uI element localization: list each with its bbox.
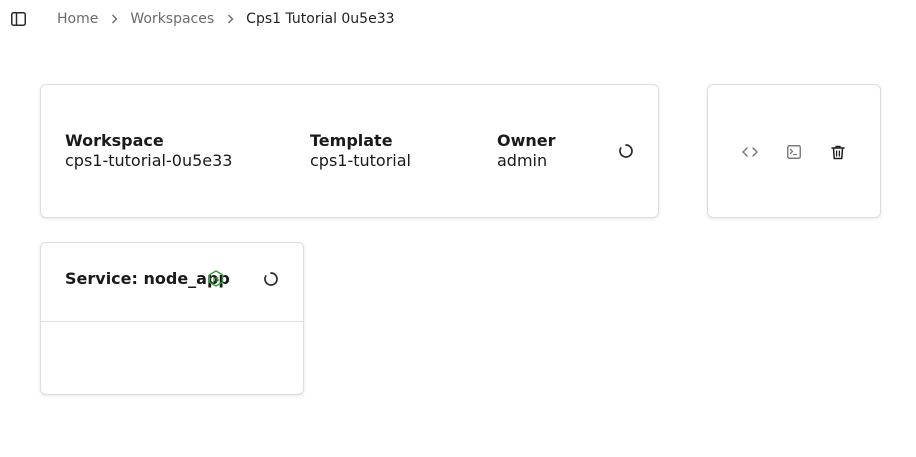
sidebar-toggle-icon[interactable] [10,11,26,27]
service-card-header: Service: node_app JS [41,243,303,322]
workspace-actions-card [707,84,881,218]
breadcrumb-workspaces-link[interactable]: Workspaces [130,10,214,28]
owner-value: admin [497,151,548,170]
svg-text:JS: JS [212,277,220,284]
template-field: Template cps1-tutorial [310,131,411,171]
workspace-label: Workspace [65,131,164,150]
template-label: Template [310,131,393,150]
template-value: cps1-tutorial [310,151,411,170]
breadcrumb: Home Workspaces Cps1 Tutorial 0u5e33 [57,10,395,28]
top-bar: Home Workspaces Cps1 Tutorial 0u5e33 [0,0,916,40]
code-icon[interactable] [741,143,759,161]
workspace-value: cps1-tutorial-0u5e33 [65,151,233,170]
breadcrumb-current-page: Cps1 Tutorial 0u5e33 [246,11,395,27]
nodejs-icon: JS [208,270,224,288]
service-card: Service: node_app JS [40,242,304,395]
workspace-info-card: Workspace cps1-tutorial-0u5e33 Template … [40,84,659,218]
terminal-icon[interactable] [785,143,803,161]
chevron-right-icon [111,14,118,24]
service-title: Service: node_app [65,269,230,288]
workspace-field: Workspace cps1-tutorial-0u5e33 [65,131,232,171]
loading-spinner-icon [263,271,279,287]
loading-spinner-icon [618,143,634,159]
chevron-right-icon [227,14,234,24]
breadcrumb-home-link[interactable]: Home [57,10,98,28]
owner-label: Owner [497,131,556,150]
trash-icon[interactable] [829,143,847,161]
owner-field: Owner admin [497,131,556,171]
